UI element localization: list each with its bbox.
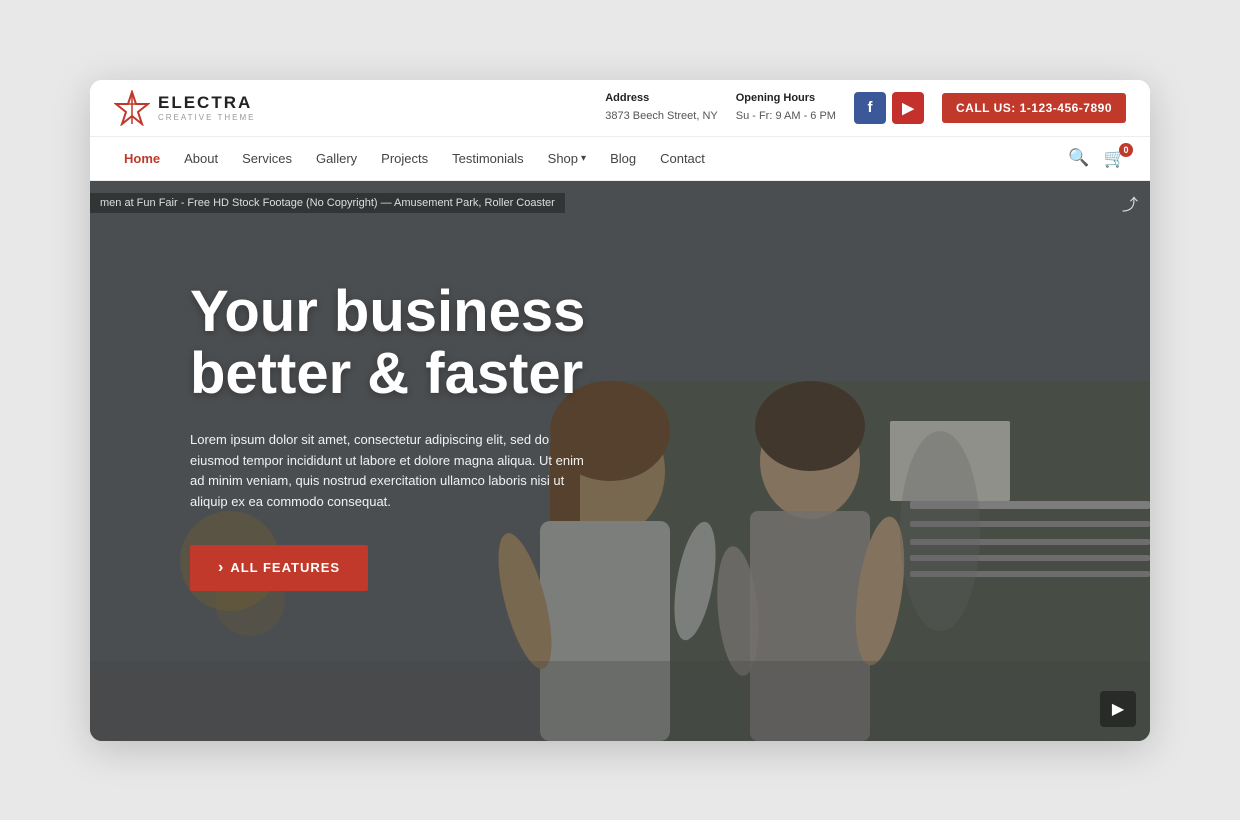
nav-item-home[interactable]: Home	[114, 147, 170, 170]
address-label: Address	[605, 90, 718, 108]
nav-links: Home About Services Gallery Projects Tes…	[114, 147, 715, 170]
cart-badge: 0	[1119, 143, 1133, 157]
video-caption: men at Fun Fair - Free HD Stock Footage …	[90, 193, 565, 213]
cart-button[interactable]: 🛒 0	[1104, 148, 1126, 169]
nav-link-home[interactable]: Home	[114, 147, 170, 170]
shop-dropdown-icon: ▾	[581, 153, 586, 164]
nav-link-gallery[interactable]: Gallery	[306, 147, 367, 170]
logo-sub: CREATIVE THEME	[158, 113, 256, 122]
call-button[interactable]: CALL US: 1-123-456-7890	[942, 93, 1126, 123]
top-bar: ELECTRA CREATIVE THEME Address 3873 Beec…	[90, 80, 1150, 137]
nav-link-about[interactable]: About	[174, 147, 228, 170]
logo-icon	[114, 90, 150, 126]
logo-text: ELECTRA CREATIVE THEME	[158, 93, 256, 122]
search-button[interactable]: 🔍	[1068, 148, 1089, 168]
hero-description: Lorem ipsum dolor sit amet, consectetur …	[190, 430, 590, 513]
youtube-button[interactable]: ▶	[892, 92, 924, 124]
nav-link-contact[interactable]: Contact	[650, 147, 715, 170]
nav-item-testimonials[interactable]: Testimonials	[442, 147, 534, 170]
cta-button[interactable]: ALL FEATURES	[190, 545, 368, 591]
nav-link-services[interactable]: Services	[232, 147, 302, 170]
nav-item-contact[interactable]: Contact	[650, 147, 715, 170]
hours-block: Opening Hours Su - Fr: 9 AM - 6 PM	[736, 90, 836, 125]
browser-window: ELECTRA CREATIVE THEME Address 3873 Beec…	[90, 80, 1150, 741]
nav-link-blog[interactable]: Blog	[600, 147, 646, 170]
nav-link-shop[interactable]: Shop ▾	[538, 147, 596, 170]
logo-area: ELECTRA CREATIVE THEME	[114, 90, 256, 126]
nav-item-shop[interactable]: Shop ▾	[538, 147, 596, 170]
hero-content: Your business better & faster Lorem ipsu…	[190, 281, 590, 591]
nav-link-projects[interactable]: Projects	[371, 147, 438, 170]
hero-title: Your business better & faster	[190, 281, 590, 406]
facebook-button[interactable]: f	[854, 92, 886, 124]
logo-name: ELECTRA	[158, 93, 256, 113]
play-button[interactable]: ▶	[1100, 691, 1136, 727]
hero-section: men at Fun Fair - Free HD Stock Footage …	[90, 181, 1150, 741]
nav-link-testimonials[interactable]: Testimonials	[442, 147, 534, 170]
share-button[interactable]: ⤴	[1122, 191, 1138, 215]
hours-value: Su - Fr: 9 AM - 6 PM	[736, 108, 836, 126]
nav-item-gallery[interactable]: Gallery	[306, 147, 367, 170]
nav-item-services[interactable]: Services	[232, 147, 302, 170]
header-right: Address 3873 Beech Street, NY Opening Ho…	[605, 90, 1126, 125]
social-icons: f ▶	[854, 92, 924, 124]
nav-item-blog[interactable]: Blog	[600, 147, 646, 170]
nav-bar: Home About Services Gallery Projects Tes…	[90, 137, 1150, 181]
address-value: 3873 Beech Street, NY	[605, 108, 718, 126]
address-block: Address 3873 Beech Street, NY	[605, 90, 718, 125]
hours-label: Opening Hours	[736, 90, 836, 108]
nav-right: 🔍 🛒 0	[1068, 148, 1126, 169]
nav-item-projects[interactable]: Projects	[371, 147, 438, 170]
nav-item-about[interactable]: About	[174, 147, 228, 170]
